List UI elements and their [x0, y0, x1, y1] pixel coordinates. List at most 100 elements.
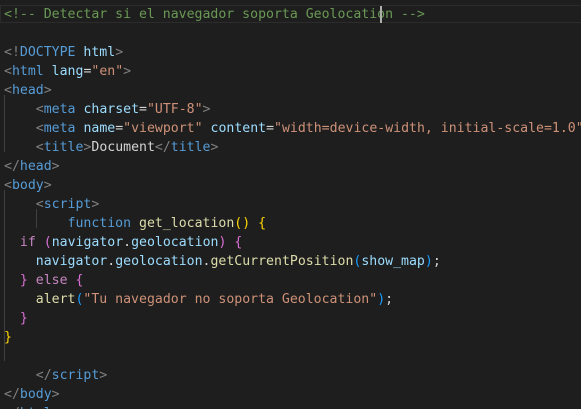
code-line[interactable]: navigator.geolocation.getCurrentPosition… [0, 252, 581, 271]
code-token: < [4, 83, 12, 98]
code-line[interactable]: <!DOCTYPE html> [0, 43, 581, 62]
code-token: . [107, 254, 116, 269]
code-token: = [266, 121, 275, 136]
code-token: script [43, 197, 92, 212]
code-line[interactable]: <script> [0, 195, 581, 214]
code-token: title [43, 140, 84, 155]
code-token: charset [83, 102, 140, 117]
code-token: = [139, 102, 147, 117]
code-token: alert [35, 292, 76, 307]
code-token: </ [4, 159, 20, 174]
code-line[interactable]: alert("Tu navegador no soporta Geolocati… [0, 290, 581, 309]
code-token: "width=device-width, initial-scale=1.0" [274, 121, 581, 136]
code-token: < [35, 102, 44, 117]
code-token: body [11, 178, 44, 193]
code-editor[interactable]: <!-- Detectar si el navegador soporta Ge… [0, 0, 581, 409]
code-token: body [19, 387, 52, 402]
code-token: title [170, 140, 211, 155]
code-token: () [234, 216, 251, 231]
code-token: head [11, 83, 44, 98]
code-token: > [99, 368, 108, 383]
code-line[interactable]: } [0, 309, 581, 328]
code-line[interactable]: </script> [0, 366, 581, 385]
code-token: show_map [361, 254, 425, 269]
code-token: Document [91, 140, 155, 155]
code-line[interactable]: <meta name="viewport" content="width=dev… [0, 119, 581, 138]
code-token: "en" [91, 64, 124, 79]
code-line[interactable] [0, 347, 581, 366]
code-token: < [35, 140, 44, 155]
code-token: ) [377, 292, 386, 307]
code-token: "viewport" [123, 121, 203, 136]
code-token: < [4, 178, 12, 193]
code-token: lang [51, 64, 84, 79]
code-token: } [19, 311, 28, 326]
code-token: script [51, 368, 100, 383]
code-line[interactable] [0, 24, 581, 43]
code-token: < [4, 64, 12, 79]
code-token: < [35, 197, 44, 212]
code-token: <! [4, 45, 20, 60]
code-token: > [202, 102, 211, 117]
code-token: { [75, 273, 84, 288]
code-token: geolocation [115, 254, 203, 269]
code-line[interactable]: <body> [0, 176, 581, 195]
code-token: navigator [35, 254, 108, 269]
code-token: html [11, 64, 44, 79]
code-line[interactable]: </head> [0, 157, 581, 176]
code-line[interactable]: <!-- Detectar si el navegador soporta Ge… [0, 5, 581, 23]
code-token: "UTF-8" [146, 102, 203, 117]
code-line[interactable]: } [0, 328, 581, 347]
code-token: navigator [51, 235, 124, 250]
code-line[interactable]: <title>Document</title> [0, 138, 581, 157]
code-line[interactable]: </body> [0, 385, 581, 404]
code-token: function [67, 216, 132, 231]
code-token: ; [385, 292, 394, 307]
code-token: > [51, 387, 60, 402]
text-cursor [380, 6, 382, 23]
code-line[interactable]: <html lang="en"> [0, 62, 581, 81]
code-token: ; [432, 254, 441, 269]
code-token: DOCTYPE [19, 45, 76, 60]
code-token: get_location [139, 216, 235, 231]
code-token: meta [43, 121, 76, 136]
code-token: </ [154, 140, 171, 155]
code-line[interactable]: <meta charset="UTF-8"> [0, 100, 581, 119]
code-line[interactable]: function get_location() { [0, 214, 581, 233]
code-token: > [43, 178, 52, 193]
code-token: = [115, 121, 124, 136]
code-token: </ [35, 368, 52, 383]
code-token: { [258, 216, 267, 231]
code-token: geolocation [131, 235, 219, 250]
code-token: getCurrentPosition [210, 254, 354, 269]
code-token: --> [393, 7, 425, 22]
code-token: else [35, 273, 68, 288]
code-line[interactable]: </html> [0, 404, 581, 409]
code-token: { [234, 235, 243, 250]
code-line[interactable]: <head> [0, 81, 581, 100]
code-token: meta [43, 102, 76, 117]
code-token: "Tu navegador no soporta Geolocation" [83, 292, 378, 307]
code-line[interactable]: } else { [0, 271, 581, 290]
code-token: > [51, 159, 60, 174]
code-token: } [4, 330, 12, 345]
code-token: ) [424, 254, 433, 269]
code-line[interactable]: if (navigator.geolocation) { [0, 233, 581, 252]
code-token: ( [43, 235, 52, 250]
code-token: < [35, 121, 44, 136]
